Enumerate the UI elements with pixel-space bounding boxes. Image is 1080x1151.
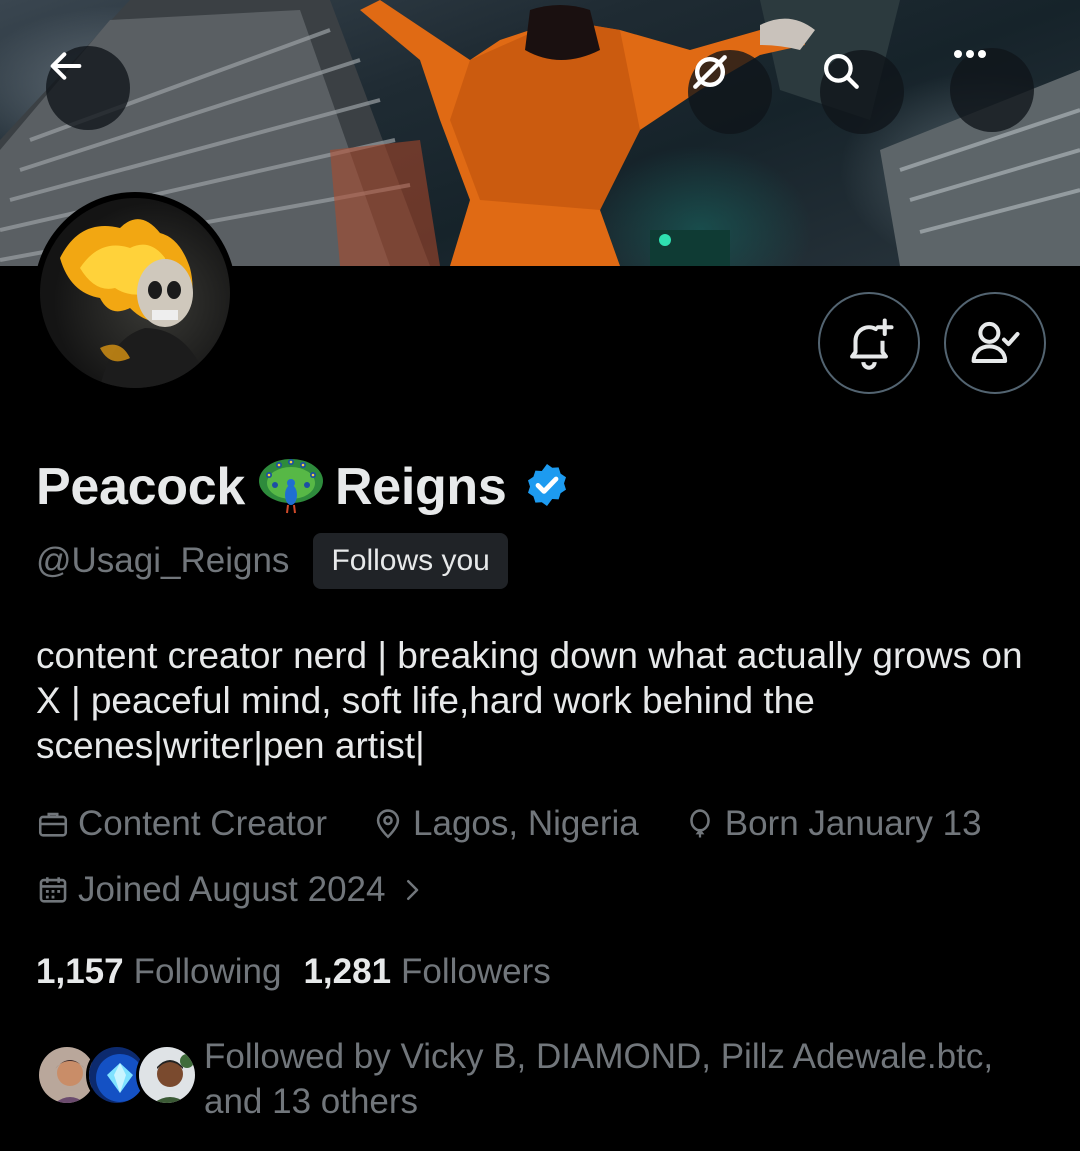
display-name-first: Peacock <box>36 458 245 516</box>
mutual-avatar-3 <box>136 1044 198 1106</box>
followers-count: 1,281 <box>303 952 392 991</box>
following-count: 1,157 <box>36 952 124 991</box>
briefcase-icon <box>38 812 68 837</box>
joined-text: Joined August 2024 <box>78 870 386 909</box>
more-horizontal-icon <box>954 50 986 58</box>
profile-bio: content creator nerd | breaking down wha… <box>36 635 1023 766</box>
grok-button[interactable] <box>688 50 772 134</box>
followed-by-text: Followed by Vicky B, DIAMOND, Pillz Adew… <box>204 1037 994 1121</box>
joined-row[interactable]: Joined August 2024 <box>36 870 479 910</box>
display-name-last: Reigns <box>334 458 507 516</box>
profile-meta-row: Content Creator Lagos, Nigeria Born Janu… <box>36 804 1026 844</box>
followed-by-section[interactable]: Followed by Vicky B, DIAMOND, Pillz Adew… <box>36 1034 1044 1124</box>
followers-label: Followers <box>401 952 551 991</box>
location-pin-icon <box>376 809 400 839</box>
mutual-avatars <box>36 1044 198 1110</box>
search-icon <box>824 54 859 89</box>
category-item: Content Creator <box>36 804 327 844</box>
avatar-image <box>40 198 230 388</box>
avatar[interactable] <box>34 192 236 394</box>
grok-icon <box>693 55 727 89</box>
following-label: Following <box>133 952 282 991</box>
bell-plus-icon <box>850 318 894 370</box>
following-button[interactable] <box>944 292 1046 394</box>
follows-you-badge: Follows you <box>313 533 508 589</box>
verified-badge-icon[interactable] <box>523 461 571 514</box>
back-button[interactable] <box>46 46 130 130</box>
user-check-icon <box>971 321 1020 364</box>
notifications-button[interactable] <box>818 292 920 394</box>
peacock-emoji-icon <box>257 455 325 520</box>
arrow-left-icon <box>50 52 82 80</box>
search-button[interactable] <box>820 50 904 134</box>
joined-item[interactable]: Joined August 2024 <box>36 870 435 910</box>
balloon-icon <box>689 809 710 838</box>
location-item: Lagos, Nigeria <box>371 804 639 844</box>
handle-row: @Usagi_Reigns Follows you <box>36 533 508 589</box>
birthday-text: Born January 13 <box>724 804 982 843</box>
followers-stat[interactable]: 1,281 Followers <box>303 952 550 992</box>
calendar-icon <box>39 877 67 903</box>
display-name-row: Peacock Reigns <box>36 455 571 519</box>
birthday-item: Born January 13 <box>683 804 982 844</box>
location-text: Lagos, Nigeria <box>413 804 639 843</box>
user-handle: @Usagi_Reigns <box>36 541 290 580</box>
category-text: Content Creator <box>78 804 328 843</box>
follow-stats: 1,157 Following 1,281 Followers <box>36 952 573 992</box>
following-stat[interactable]: 1,157 Following <box>36 952 281 992</box>
more-button[interactable] <box>950 48 1034 132</box>
chevron-right-icon <box>407 880 419 900</box>
